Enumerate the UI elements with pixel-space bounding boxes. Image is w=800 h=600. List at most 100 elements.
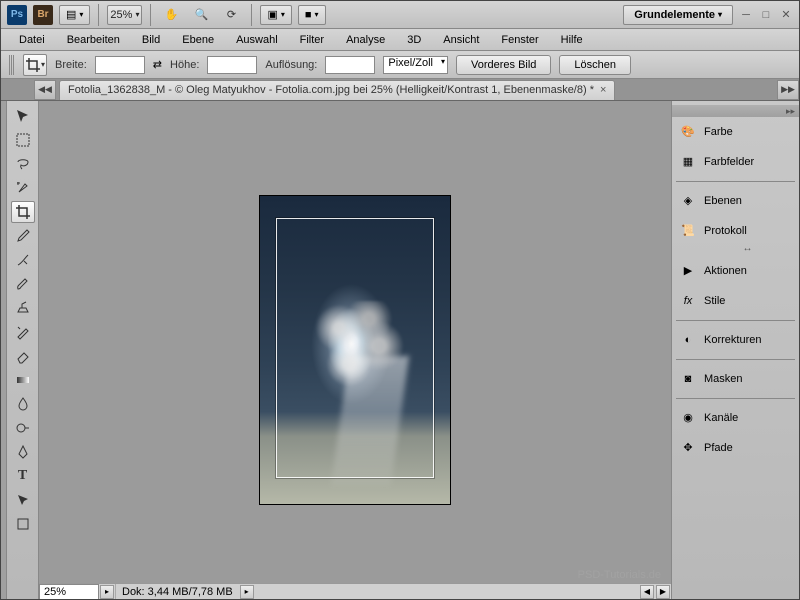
marquee-tool-icon[interactable] xyxy=(11,129,35,151)
brush-tool-icon[interactable] xyxy=(11,273,35,295)
menu-fenster[interactable]: Fenster xyxy=(491,31,548,49)
height-label: Höhe: xyxy=(170,59,199,71)
status-flyout-icon[interactable]: ▸ xyxy=(100,585,114,599)
tab-close-icon[interactable]: × xyxy=(600,84,606,96)
panel-label: Aktionen xyxy=(704,265,747,277)
history-brush-icon[interactable] xyxy=(11,321,35,343)
arrange-flyout-button[interactable]: ▣▾ xyxy=(260,5,291,25)
panel-farbfelder[interactable]: ▦Farbfelder xyxy=(672,147,799,177)
panel-aktionen[interactable]: ▶ Aktionen xyxy=(672,256,799,286)
masks-icon: ◙ xyxy=(680,371,696,387)
healing-brush-icon[interactable] xyxy=(11,249,35,271)
resolution-input[interactable] xyxy=(325,56,375,74)
crop-selection[interactable] xyxy=(276,218,434,478)
clear-button[interactable]: Löschen xyxy=(559,55,631,75)
status-zoom-input[interactable] xyxy=(39,584,99,600)
bridge-logo-icon[interactable]: Br xyxy=(33,5,53,25)
swap-icon[interactable]: ⇄ xyxy=(153,58,162,71)
panel-label: Masken xyxy=(704,373,743,385)
hand-tool-icon[interactable]: ✋ xyxy=(159,4,183,26)
panel-ebenen[interactable]: ◈Ebenen xyxy=(672,186,799,216)
screen-mode-flyout-button[interactable]: ■▾ xyxy=(298,5,326,25)
minimize-icon[interactable]: ─ xyxy=(739,8,753,22)
watermark: PSD-Tutorials.de xyxy=(578,569,661,581)
history-icon: 📜 xyxy=(680,223,696,239)
quick-select-tool-icon[interactable] xyxy=(11,177,35,199)
move-tool-icon[interactable] xyxy=(11,105,35,127)
menu-ansicht[interactable]: Ansicht xyxy=(433,31,489,49)
separator xyxy=(251,4,252,26)
document-canvas[interactable] xyxy=(259,195,451,505)
height-input[interactable] xyxy=(207,56,257,74)
canvas-viewport[interactable]: PSD-Tutorials.de xyxy=(39,101,671,599)
scroll-right-icon[interactable]: ▶ xyxy=(656,585,670,599)
panel-kanaele[interactable]: ◉ Kanäle xyxy=(672,403,799,433)
separator xyxy=(676,181,795,182)
lasso-tool-icon[interactable] xyxy=(11,153,35,175)
panel-pfade[interactable]: ✥Pfade xyxy=(672,433,799,463)
grip-handle[interactable] xyxy=(9,55,15,75)
document-tab[interactable]: Fotolia_1362838_M - © Oleg Matyukhov - F… xyxy=(59,80,615,100)
panel-masken[interactable]: ◙ Masken xyxy=(672,364,799,394)
panel-label: Kanäle xyxy=(704,412,738,424)
tab-scroll-left-icon[interactable]: ◀◀ xyxy=(34,80,56,100)
eraser-tool-icon[interactable] xyxy=(11,345,35,367)
pen-tool-icon[interactable] xyxy=(11,441,35,463)
panel-stile[interactable]: fx Stile xyxy=(672,286,799,316)
menu-auswahl[interactable]: Auswahl xyxy=(226,31,288,49)
workspace-switcher[interactable]: Grundelemente ▾ xyxy=(623,5,733,25)
menu-bearbeiten[interactable]: Bearbeiten xyxy=(57,31,130,49)
menu-bild[interactable]: Bild xyxy=(132,31,170,49)
crop-tool-icon[interactable] xyxy=(11,201,35,223)
menu-bar: Datei Bearbeiten Bild Ebene Auswahl Filt… xyxy=(1,29,799,51)
top-toolbar: Ps Br ▤▾ 25% ▾ ✋ 🔍 ⟳ ▣▾ ■▾ Grundelemente… xyxy=(1,1,799,29)
app-window: Ps Br ▤▾ 25% ▾ ✋ 🔍 ⟳ ▣▾ ■▾ Grundelemente… xyxy=(0,0,800,600)
actions-icon: ▶ xyxy=(680,263,696,279)
units-select[interactable]: Pixel/Zoll xyxy=(383,56,448,74)
panel-korrekturen[interactable]: ◐Korrekturen xyxy=(672,325,799,355)
options-bar: ▾ Breite: ⇄ Höhe: Auflösung: Pixel/Zoll … xyxy=(1,51,799,79)
clone-stamp-icon[interactable] xyxy=(11,297,35,319)
crop-tool-icon[interactable]: ▾ xyxy=(23,54,47,76)
width-input[interactable] xyxy=(95,56,145,74)
menu-hilfe[interactable]: Hilfe xyxy=(551,31,593,49)
eyedropper-tool-icon[interactable] xyxy=(11,225,35,247)
resize-indicator-icon: ↔ xyxy=(696,242,799,254)
canvas-area: PSD-Tutorials.de ▸ Dok: 3,44 MB/7,78 MB … xyxy=(39,101,671,599)
panel-label: Protokoll xyxy=(704,225,747,237)
resolution-label: Auflösung: xyxy=(265,59,317,71)
panel-farbe[interactable]: 🎨Farbe xyxy=(672,117,799,147)
zoom-tool-icon[interactable]: 🔍 xyxy=(189,4,213,26)
path-select-tool-icon[interactable] xyxy=(11,489,35,511)
menu-filter[interactable]: Filter xyxy=(290,31,334,49)
front-image-button[interactable]: Vorderes Bild xyxy=(456,55,551,75)
color-icon: 🎨 xyxy=(680,124,696,140)
channels-icon: ◉ xyxy=(680,410,696,426)
restore-icon[interactable]: □ xyxy=(759,8,773,22)
photoshop-logo-icon[interactable]: Ps xyxy=(7,5,27,25)
panel-label: Korrekturen xyxy=(704,334,761,346)
type-tool-icon[interactable]: T xyxy=(11,465,35,487)
menu-datei[interactable]: Datei xyxy=(9,31,55,49)
gradient-tool-icon[interactable] xyxy=(11,369,35,391)
layout-flyout-button[interactable]: ▤▾ xyxy=(59,5,90,25)
panels-collapse-icon[interactable]: ▸▸ xyxy=(672,105,799,117)
main-area: T PSD-Tutorials.de ▸ Dok: 3,44 MB/7,78 M… xyxy=(1,101,799,599)
status-flyout-icon[interactable]: ▸ xyxy=(240,585,254,599)
styles-icon: fx xyxy=(680,293,696,309)
document-tab-title: Fotolia_1362838_M - © Oleg Matyukhov - F… xyxy=(68,84,594,96)
blur-tool-icon[interactable] xyxy=(11,393,35,415)
dodge-tool-icon[interactable] xyxy=(11,417,35,439)
separator xyxy=(676,398,795,399)
menu-ebene[interactable]: Ebene xyxy=(172,31,224,49)
tab-scroll-right-icon[interactable]: ▶▶ xyxy=(777,80,799,100)
menu-analyse[interactable]: Analyse xyxy=(336,31,395,49)
scroll-left-icon[interactable]: ◀ xyxy=(640,585,654,599)
close-icon[interactable]: ✕ xyxy=(779,8,793,22)
status-doc-size: Dok: 3,44 MB/7,78 MB xyxy=(116,586,239,598)
zoom-select[interactable]: 25% ▾ xyxy=(107,5,142,25)
panel-label: Stile xyxy=(704,295,725,307)
menu-3d[interactable]: 3D xyxy=(397,31,431,49)
rotate-view-icon[interactable]: ⟳ xyxy=(219,4,243,26)
shape-tool-icon[interactable] xyxy=(11,513,35,535)
